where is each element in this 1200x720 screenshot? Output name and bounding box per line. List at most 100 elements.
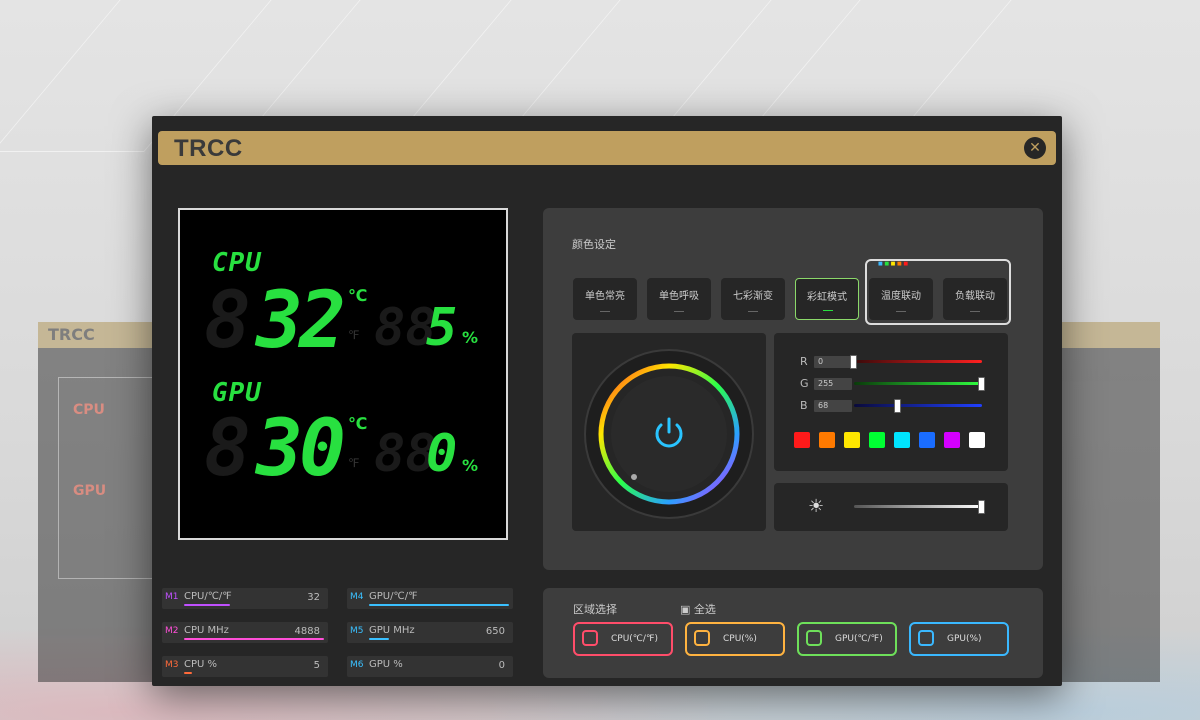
gpu-temp-value: 30	[256, 404, 346, 494]
mode-indicator	[674, 310, 684, 312]
mode-indicator	[970, 310, 980, 312]
cpu-label: CPU	[212, 248, 262, 278]
color-preset-swatch[interactable]	[819, 432, 835, 448]
metric-tag: M1	[165, 592, 179, 602]
metric-tag: M2	[165, 626, 179, 636]
metric-row[interactable]: M2 CPU MHz 4888	[162, 622, 328, 643]
mode-indicator	[896, 310, 906, 312]
mode-indicator	[600, 310, 610, 312]
metric-tag: M6	[350, 660, 364, 670]
metric-row[interactable]: M5 GPU MHz 650	[347, 622, 513, 643]
mode-label: 单色呼吸	[659, 291, 699, 302]
metric-name: CPU %	[184, 659, 218, 670]
r-slider[interactable]	[854, 360, 982, 363]
mode-button-active[interactable]: 彩虹模式	[795, 278, 859, 320]
zone-button[interactable]: GPU(℃/℉)	[797, 622, 897, 656]
ghost-cpu-label: CPU	[73, 402, 105, 418]
color-wheel[interactable]	[572, 333, 766, 531]
metric-name: GPU MHz	[369, 625, 415, 636]
mode-button[interactable]: 七彩渐变	[721, 278, 785, 320]
g-value-input[interactable]: 255	[814, 378, 852, 390]
cpu-temp-alt-unit: ℉	[348, 328, 360, 342]
color-preset-swatch[interactable]	[894, 432, 910, 448]
zone-label: GPU(%)	[947, 634, 982, 644]
brightness-box: ☀	[774, 483, 1008, 531]
color-preset-swatch[interactable]	[844, 432, 860, 448]
close-icon[interactable]: ✕	[1024, 137, 1046, 159]
gpu-load-value: 0	[426, 424, 458, 484]
g-slider[interactable]	[854, 382, 982, 385]
ghost-titlebar	[1060, 322, 1160, 348]
metric-bar	[184, 604, 230, 606]
gpu-load-unit: %	[462, 456, 479, 475]
metric-bar	[369, 604, 509, 606]
gpu-temp-ghost-digit: 8	[204, 404, 251, 494]
gpu-temp-unit: ℃	[348, 414, 368, 433]
r-slider-knob[interactable]	[850, 355, 857, 369]
zone-button[interactable]: CPU(%)	[685, 622, 785, 656]
color-wheel-box	[572, 333, 766, 531]
b-label: B	[800, 399, 808, 412]
metric-value: 4888	[294, 626, 320, 637]
metric-tag: M4	[350, 592, 364, 602]
cpu-temp-ghost-digit: 8	[204, 276, 251, 366]
color-preset-swatch[interactable]	[919, 432, 935, 448]
metric-value: 650	[485, 626, 505, 637]
cpu-temp-value: 32	[256, 276, 346, 366]
metric-bar	[184, 638, 324, 640]
zone-selection-panel: 区域选择 ▣ 全选 CPU(℃/℉) CPU(%) GPU(℃/℉) GPU(%…	[543, 588, 1043, 678]
g-slider-knob[interactable]	[978, 377, 985, 391]
metric-name: CPU/℃/℉	[184, 591, 232, 602]
mode-indicator	[823, 309, 833, 311]
zone-icon	[694, 630, 710, 646]
zone-label: GPU(℃/℉)	[835, 634, 883, 644]
b-slider-knob[interactable]	[894, 399, 901, 413]
mode-label: 七彩渐变	[733, 291, 773, 302]
brightness-slider[interactable]	[854, 505, 982, 508]
metric-row[interactable]: M3 CPU % 5	[162, 656, 328, 677]
brightness-slider-knob[interactable]	[978, 500, 985, 514]
zone-label: CPU(%)	[723, 634, 757, 644]
cpu-temp-unit: ℃	[348, 286, 368, 305]
metric-tag: M3	[165, 660, 179, 670]
color-preset-swatch[interactable]	[969, 432, 985, 448]
lcd-preview: CPU 8 32 ℃ ℉ 88 5 % GPU 8 30 ℃ ℉ 88 0 %	[178, 208, 508, 540]
titlebar: TRCC ✕	[158, 131, 1056, 165]
zone-button[interactable]: GPU(%)	[909, 622, 1009, 656]
brightness-icon: ☀	[808, 496, 825, 517]
metric-value: 0	[498, 660, 505, 671]
metric-bar	[184, 672, 192, 674]
zone-button[interactable]: CPU(℃/℉)	[573, 622, 673, 656]
b-value-input[interactable]: 68	[814, 400, 852, 412]
app-title: TRCC	[174, 135, 243, 162]
metric-bar	[369, 638, 389, 640]
color-preset-swatch[interactable]	[794, 432, 810, 448]
metric-row[interactable]: M4 GPU/℃/℉	[347, 588, 513, 609]
main-window: TRCC ✕ CPU 8 32 ℃ ℉ 88 5 % GPU 8 30 ℃ ℉ …	[152, 116, 1062, 686]
metric-name: CPU MHz	[184, 625, 229, 636]
metric-name: GPU/℃/℉	[369, 591, 418, 602]
metric-value: 5	[313, 660, 320, 671]
metric-row[interactable]: M1 CPU/℃/℉ 32	[162, 588, 328, 609]
b-slider[interactable]	[854, 404, 982, 407]
color-picker-handle	[631, 474, 637, 480]
metric-value: 32	[307, 592, 320, 603]
cpu-load-value: 5	[426, 298, 458, 358]
color-preset-swatch[interactable]	[944, 432, 960, 448]
r-value-input[interactable]: 0	[814, 356, 852, 368]
zone-icon	[806, 630, 822, 646]
mode-button[interactable]: 单色常亮	[573, 278, 637, 320]
checkbox-icon: ▣	[680, 603, 691, 616]
color-settings-panel: 颜色设定 ■ ■ ■ ■ ■ 单色常亮 单色呼吸 七彩渐变 彩虹模式 温度联动 …	[543, 208, 1043, 570]
color-preset-swatch[interactable]	[869, 432, 885, 448]
mode-button[interactable]: 负载联动	[943, 278, 1007, 320]
metric-row[interactable]: M6 GPU % 0	[347, 656, 513, 677]
color-legend-dots: ■ ■ ■ ■ ■	[878, 261, 909, 267]
rgb-sliders-box: R 0 G 255 B 68	[774, 333, 1008, 471]
mode-label: 负载联动	[955, 291, 995, 302]
mode-indicator	[748, 310, 758, 312]
mode-button[interactable]: 单色呼吸	[647, 278, 711, 320]
select-all-checkbox[interactable]: ▣ 全选	[680, 601, 716, 617]
mode-button[interactable]: 温度联动	[869, 278, 933, 320]
color-settings-title: 颜色设定	[572, 238, 616, 251]
